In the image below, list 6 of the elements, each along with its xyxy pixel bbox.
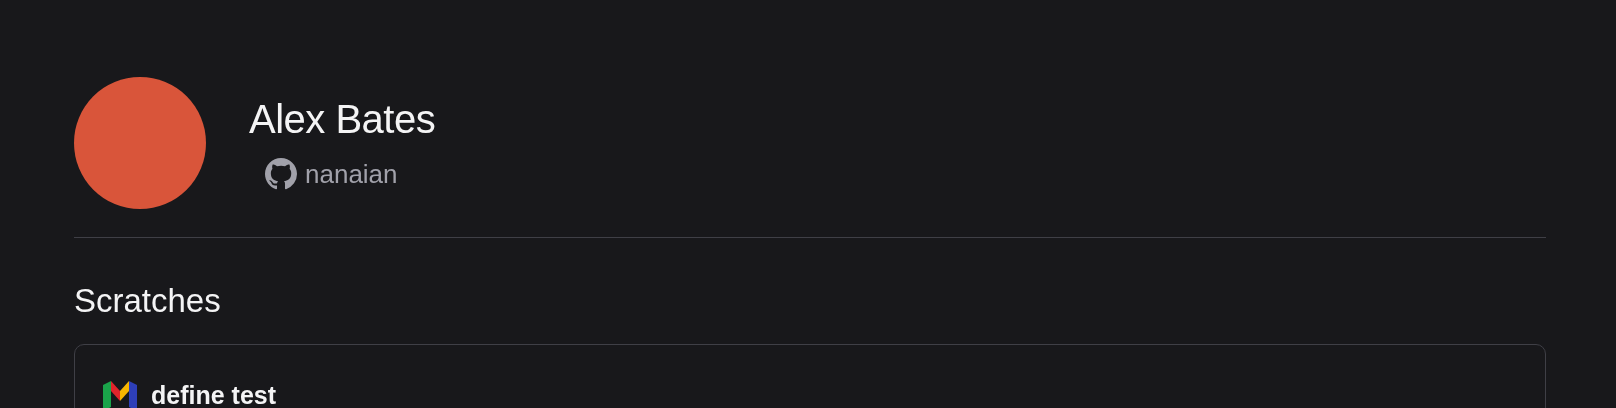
scratch-title: define test [151,380,277,408]
profile-name: Alex Bates [249,96,436,142]
section-heading: Scratches [74,281,222,321]
scratch-card[interactable]: define test [74,344,1546,408]
github-link[interactable]: nanaian [265,158,436,190]
github-icon [265,158,297,190]
